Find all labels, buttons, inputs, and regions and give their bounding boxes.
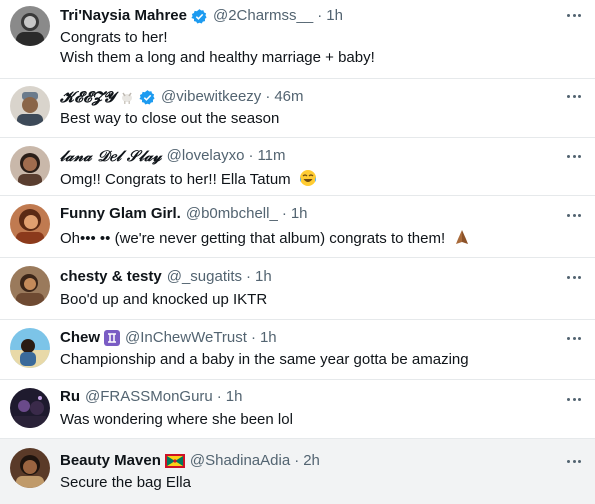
display-name[interactable]: Tri'Naysia Mahree <box>60 6 187 26</box>
goat-icon <box>119 89 135 105</box>
tweet-text: Secure the bag Ella <box>60 474 191 491</box>
more-options-icon[interactable] <box>567 272 581 282</box>
tweet-text-line: Wish them a long and healthy marriage + … <box>60 49 375 66</box>
display-name[interactable]: Beauty Maven <box>60 451 161 471</box>
tweet[interactable]: 𝓁𝒶𝓃𝒶 𝒟𝑒𝓁 𝒮𝓁𝒶𝓎 @lovelayxo · 11m Omg!! Con… <box>0 137 595 195</box>
display-name[interactable]: 𝓚𝓔𝓔𝓩𝓨 <box>60 87 115 107</box>
verified-badge-icon <box>191 8 208 25</box>
avatar[interactable] <box>10 146 50 186</box>
verified-badge-icon <box>139 89 156 106</box>
handle[interactable]: @InChewWeTrust <box>125 328 247 348</box>
tweet[interactable]: Chew @InChewWeTrust · 1h Championship an… <box>0 319 595 379</box>
tweet-text-line: Omg!! Congrats to her!! Ella Tatum <box>60 171 291 188</box>
display-name[interactable]: chesty & testy <box>60 267 162 287</box>
more-options-icon[interactable] <box>567 151 581 161</box>
handle[interactable]: @lovelayxo <box>167 146 245 166</box>
timestamp[interactable]: 11m <box>257 146 285 166</box>
more-options-icon[interactable] <box>567 210 581 220</box>
handle[interactable]: @vibewitkeezy <box>161 87 261 107</box>
display-name[interactable]: Chew <box>60 328 100 348</box>
tweet-text-line: Congrats to her! <box>60 29 168 46</box>
laughing-crying-emoji-icon <box>299 169 317 193</box>
avatar[interactable] <box>10 204 50 244</box>
tweet-text: Boo'd up and knocked up IKTR <box>60 291 268 308</box>
more-options-icon[interactable] <box>567 394 581 404</box>
tweet[interactable]: Ru @FRASSMonGuru · 1h Was wondering wher… <box>0 379 595 438</box>
timestamp[interactable]: 1h <box>226 387 243 407</box>
separator-dot: · <box>265 88 271 105</box>
handle[interactable]: @FRASSMonGuru <box>85 387 213 407</box>
more-options-icon[interactable] <box>567 456 581 466</box>
gemini-sign-icon <box>104 330 121 346</box>
separator-dot: · <box>317 7 323 24</box>
more-options-icon[interactable] <box>567 333 581 343</box>
more-options-icon[interactable] <box>567 91 581 101</box>
tweet-text: Was wondering where she been lol <box>60 411 293 428</box>
grenada-flag-icon <box>164 454 185 468</box>
tweet[interactable]: 𝓚𝓔𝓔𝓩𝓨 @vibewitkeezy · 46m Best way to cl… <box>0 78 595 137</box>
separator-dot: · <box>294 452 300 469</box>
more-options-icon[interactable] <box>567 10 581 20</box>
tweet[interactable]: Tri'Naysia Mahree @2Charmss__ · 1h Congr… <box>0 0 595 78</box>
reply-feed: Tri'Naysia Mahree @2Charmss__ · 1h Congr… <box>0 0 595 504</box>
timestamp[interactable]: 46m <box>274 87 303 107</box>
avatar[interactable] <box>10 448 50 488</box>
praying-hands-emoji-icon <box>453 228 471 252</box>
handle[interactable]: @b0mbchell_ <box>186 204 278 224</box>
avatar[interactable] <box>10 6 50 46</box>
separator-dot: · <box>248 147 254 164</box>
timestamp[interactable]: 1h <box>326 6 343 26</box>
tweet-text: Oh••• •• (we're never getting that album… <box>60 228 570 252</box>
handle[interactable]: @2Charmss__ <box>213 6 313 26</box>
separator-dot: · <box>250 329 256 346</box>
tweet[interactable]: Funny Glam Girl. @b0mbchell_ · 1h Oh••• … <box>0 195 595 257</box>
tweet-text: Omg!! Congrats to her!! Ella Tatum <box>60 169 570 193</box>
handle[interactable]: @ShadinaAdia <box>190 451 290 471</box>
tweet[interactable]: Beauty Maven @ShadinaAdia · 2h Secure th… <box>0 438 595 504</box>
timestamp[interactable]: 1h <box>291 204 308 224</box>
separator-dot: · <box>281 205 287 222</box>
display-name[interactable]: Funny Glam Girl. <box>60 204 181 224</box>
avatar[interactable] <box>10 266 50 306</box>
timestamp[interactable]: 1h <box>255 267 272 287</box>
avatar[interactable] <box>10 86 50 126</box>
tweet-text: Best way to close out the season <box>60 110 280 127</box>
tweet[interactable]: chesty & testy @_sugatits · 1h Boo'd up … <box>0 257 595 319</box>
display-name[interactable]: Ru <box>60 387 80 407</box>
timestamp[interactable]: 2h <box>303 451 320 471</box>
display-name[interactable]: 𝓁𝒶𝓃𝒶 𝒟𝑒𝓁 𝒮𝓁𝒶𝓎 <box>60 146 162 166</box>
tweet-text: Congrats to her! Wish them a long and he… <box>60 28 570 68</box>
timestamp[interactable]: 1h <box>260 328 277 348</box>
avatar[interactable] <box>10 388 50 428</box>
tweet-text: Championship and a baby in the same year… <box>60 351 469 368</box>
separator-dot: · <box>216 388 222 405</box>
avatar[interactable] <box>10 328 50 368</box>
handle[interactable]: @_sugatits <box>167 267 242 287</box>
separator-dot: · <box>245 268 251 285</box>
tweet-text-line: Oh••• •• (we're never getting that album… <box>60 230 446 247</box>
